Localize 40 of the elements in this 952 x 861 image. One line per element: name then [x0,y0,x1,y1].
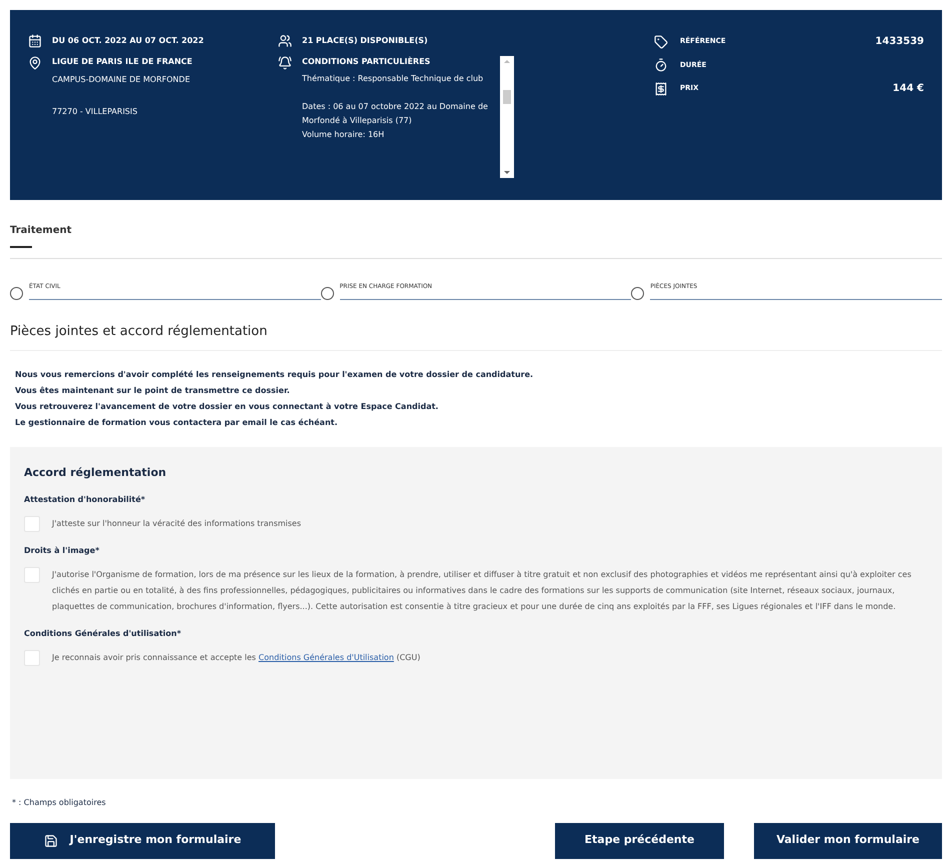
checkbox[interactable] [24,516,40,532]
cgu-link[interactable]: Conditions Générales d'Utilisation [258,653,394,662]
intro-text: Nous vous remercions d'avoir complété les renseignements requis pour l'examen de votre dossier de candidature. [15,368,534,380]
tag-icon [654,34,668,48]
scrollbar[interactable] [500,56,514,178]
checkbox-label: Je reconnais avoir pris connaissance et accepte les Conditions Générales d'Utilisation (CGU) [52,652,422,664]
date-range: DU 06 OCT. 2022 AU 07 OCT. 2022 [52,35,204,47]
intro-text: Vous êtes maintenant sur le point de transmettre ce dossier. [15,384,291,396]
previous-step-button[interactable]: Etape précédente [555,822,724,858]
submit-button[interactable]: Valider mon formulaire [754,822,942,858]
conditions-title: CONDITIONS PARTICULIÈRES [302,56,432,68]
location-line: 77270 - VILLEPARISIS [52,106,138,118]
calendar-icon [28,34,42,48]
fact-value: 1433539 [875,35,924,49]
panel-title: Accord réglementation [24,464,168,480]
location-title: LIGUE DE PARIS ILE DE FRANCE [52,56,192,68]
fact-value: 144 € [892,82,924,96]
places-available: 21 PLACE(S) DISPONIBLE(S) [302,35,428,47]
location-line: CAMPUS-DOMAINE DE MORFONDE [52,74,191,86]
page-heading: Pièces jointes et accord réglementation [10,323,268,341]
checkbox[interactable] [24,567,40,583]
field-label: Attestation d'honorabilité* [24,494,146,506]
required-note: * : Champs obligatoires [12,796,107,808]
checkbox[interactable] [24,650,40,666]
people-icon [278,34,292,48]
field-label: Droits à l'image* [24,545,100,557]
section-tab[interactable]: Traitement [10,223,72,238]
checkbox-label: J'atteste sur l'honneur la véracité des informations transmises [52,518,302,530]
save-icon [44,834,58,848]
location-pin-icon [28,56,42,70]
checkbox-label: J'autorise l'Organisme de formation, lors de ma présence sur les lieux de la formation, à prendre, utiliser et diffuser à titre gratuit et non exclusif des photographies et vidéos me représentant ainsi qu'à exploiter ces clichés en partie ou en totalité, à des fins professionnelles, pédagogiques, publicitaires ou informatives dans le cadre des formations sur les supports de communication (site Internet, réseaux sociaux, journaux, plaquettes de communication, brochures d'information, flyers...). Cette autorisation est consentie à titre gracieux et pour une durée de cinq ans exploités par la FFF, ses Ligues régionales et l'IFF dans le monde. [52,569,912,613]
intro-text: Vous retrouverez l'avancement de votre dossier en vous connectant à votre Espace Candidat. [15,400,440,412]
intro-text: Le gestionnaire de formation vous contactera par email le cas échéant. [15,416,339,428]
save-button[interactable]: J'enregistre mon formulaire [10,822,275,858]
field-label: Conditions Générales d'utilisation* [24,628,182,640]
bell-icon [278,56,292,70]
timer-icon [654,58,668,72]
conditions-text: Dates : 06 au 07 octobre 2022 au Domaine de Morfondé à Villeparisis (77) Volume horaire: 16H [302,101,489,141]
receipt-icon [654,82,668,96]
conditions-text: Thématique : Responsable Technique de club [302,73,484,85]
